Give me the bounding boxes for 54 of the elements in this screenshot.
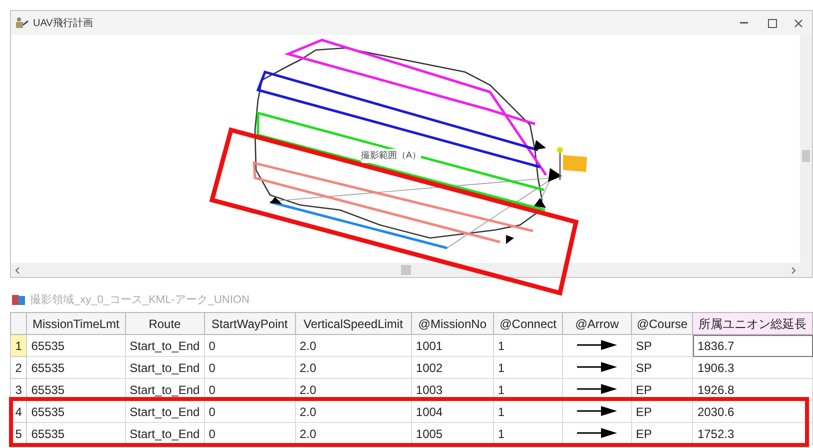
arrow-icon	[577, 428, 617, 438]
table-cell: 0	[204, 400, 296, 422]
table-cell: 1906.3	[692, 356, 812, 378]
arrow-icon	[577, 362, 617, 372]
table-cell: SP	[631, 356, 693, 378]
column-header[interactable]: VerticalSpeedLimit	[295, 312, 412, 334]
table-cell: EP	[631, 400, 693, 422]
table-cell: 1	[493, 356, 563, 378]
column-header[interactable]: @Arrow	[562, 312, 632, 334]
table-cell: 1004	[411, 400, 494, 422]
table-cell: 0	[204, 356, 296, 378]
row-header[interactable]: 2	[10, 356, 27, 378]
table-cell: 0	[204, 334, 296, 356]
arrow-icon	[577, 340, 617, 350]
table-cell: Start_to_End	[125, 356, 204, 378]
table-cell: 2.0	[295, 400, 412, 422]
vertical-scrollbar[interactable]	[800, 35, 812, 277]
scroll-right-icon[interactable]	[791, 266, 796, 274]
app-icon	[15, 17, 29, 29]
column-header[interactable]: MissionTimeLmt	[26, 312, 126, 334]
table-cell: 1836.7	[692, 334, 812, 356]
minimize-icon	[740, 22, 748, 24]
column-header[interactable]: StartWayPoint	[204, 312, 296, 334]
column-header[interactable]: 所属ユニオン総延長	[692, 312, 812, 334]
arrow-icon	[577, 384, 617, 394]
table-cell: 1	[493, 334, 563, 356]
close-icon	[794, 18, 802, 28]
table-caption: 撮影領域_xy_0_コース_KML-アーク_UNION	[30, 292, 250, 308]
table-cell: 65535	[26, 356, 126, 378]
table-cell: 1002	[411, 356, 494, 378]
table-cell: 1001	[411, 334, 494, 356]
table-cell: 2030.6	[692, 400, 812, 422]
arrow-icon	[577, 406, 617, 416]
column-header[interactable]: @Connect	[493, 312, 563, 334]
layer-icon	[12, 294, 26, 306]
table-cell: 2.0	[295, 334, 412, 356]
maximize-icon	[768, 18, 776, 28]
table-cell: 65535	[26, 334, 126, 356]
table-cell: Start_to_End	[125, 400, 204, 422]
column-header[interactable]: Route	[125, 312, 204, 334]
window-title: UAV飛行計画	[33, 16, 93, 30]
table-cell: 1	[493, 400, 563, 422]
area-label: 撮影範囲（A）	[361, 149, 422, 162]
column-header[interactable]: @Course	[631, 312, 693, 334]
table-cell: Start_to_End	[125, 334, 204, 356]
row-header[interactable]: 1	[10, 334, 27, 356]
table-cell: 65535	[26, 400, 126, 422]
table-cell: SP	[631, 334, 693, 356]
column-header[interactable]: @MissionNo	[411, 312, 494, 334]
scroll-left-icon[interactable]	[15, 266, 20, 274]
scroll-thumb[interactable]	[400, 265, 410, 275]
horizontal-scrollbar[interactable]	[11, 263, 800, 277]
scroll-thumb[interactable]	[802, 150, 810, 162]
table-cell: 2.0	[295, 356, 412, 378]
